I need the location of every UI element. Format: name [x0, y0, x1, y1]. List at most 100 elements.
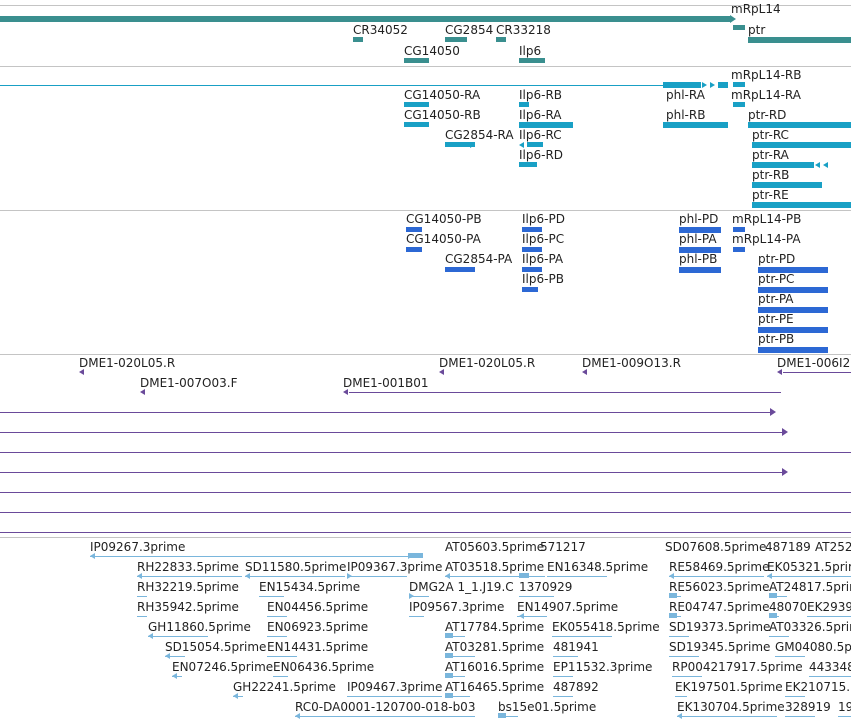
feature-glyph[interactable]	[445, 653, 453, 658]
feature-label: phl-RA	[666, 88, 705, 102]
feature-glyph[interactable]	[733, 247, 745, 252]
feature-glyph[interactable]	[445, 37, 467, 42]
feature-glyph[interactable]	[769, 593, 777, 598]
feature-label: phl-PA	[679, 232, 717, 246]
feature-glyph[interactable]	[527, 142, 543, 147]
feature-label: EK197501.5prime	[675, 680, 783, 694]
feature-glyph[interactable]	[498, 713, 506, 718]
est-alignment[interactable]	[769, 636, 789, 637]
est-alignment[interactable]	[807, 616, 851, 617]
feature-line[interactable]	[0, 472, 782, 473]
arrow-left-icon	[140, 389, 145, 395]
feature-glyph[interactable]	[679, 267, 721, 273]
feature-label: Ilp6-PC	[522, 232, 565, 246]
est-alignment[interactable]	[553, 696, 573, 697]
feature-glyph[interactable]	[404, 122, 429, 127]
feature-glyph[interactable]	[669, 593, 677, 598]
feature-glyph[interactable]	[404, 102, 429, 107]
est-alignment[interactable]	[273, 676, 288, 677]
est-alignment[interactable]	[347, 576, 407, 577]
feature-glyph[interactable]	[445, 673, 453, 678]
feature-glyph[interactable]	[769, 613, 777, 618]
est-alignment[interactable]	[775, 656, 805, 657]
feature-label: AT03281.5prime	[445, 640, 545, 654]
feature-glyph[interactable]	[496, 37, 506, 42]
est-alignment[interactable]	[675, 696, 687, 697]
feature-line[interactable]	[0, 512, 851, 513]
feature-glyph[interactable]	[519, 102, 529, 107]
est-alignment[interactable]	[669, 656, 699, 657]
est-alignment[interactable]	[267, 616, 287, 617]
arrow-left-icon	[519, 613, 524, 619]
feature-glyph[interactable]	[408, 553, 423, 558]
feature-glyph[interactable]	[663, 122, 728, 128]
feature-label: mRpL14	[731, 2, 781, 16]
feature-line[interactable]	[0, 532, 851, 533]
est-alignment[interactable]	[672, 676, 702, 677]
feature-glyph[interactable]	[669, 613, 677, 618]
track-divider[interactable]	[0, 5, 851, 6]
feature-line[interactable]	[349, 392, 781, 393]
est-alignment[interactable]	[519, 596, 554, 597]
feature-line[interactable]	[0, 412, 770, 413]
est-alignment[interactable]	[267, 656, 297, 657]
feature-line[interactable]	[0, 432, 782, 433]
feature-glyph[interactable]	[733, 102, 745, 107]
feature-glyph[interactable]	[519, 162, 537, 167]
feature-glyph[interactable]	[445, 633, 453, 638]
genome-browser-view[interactable]: mRpL14 ptr CR34052 CG2854 CR33218 CG14050 Ilp6…	[0, 0, 851, 722]
feature-line[interactable]	[0, 452, 851, 453]
feature-glyph[interactable]	[519, 573, 529, 578]
feature-glyph[interactable]	[445, 267, 475, 272]
feature-line[interactable]	[0, 85, 665, 86]
feature-glyph[interactable]	[733, 25, 745, 30]
est-alignment[interactable]	[553, 676, 573, 677]
est-alignment[interactable]	[295, 716, 475, 717]
feature-label: CG14050-PA	[406, 232, 481, 246]
est-alignment[interactable]	[259, 596, 284, 597]
feature-label: 1.5prime	[813, 560, 851, 574]
feature-glyph[interactable]	[758, 347, 828, 353]
feature-glyph[interactable]	[752, 202, 851, 208]
feature-glyph[interactable]	[406, 247, 422, 252]
est-alignment[interactable]	[677, 716, 777, 717]
est-alignment[interactable]	[245, 576, 345, 577]
feature-glyph[interactable]	[663, 82, 701, 88]
est-alignment[interactable]	[267, 636, 287, 637]
feature-line[interactable]	[783, 372, 851, 373]
est-alignment[interactable]	[552, 636, 612, 637]
feature-glyph[interactable]	[519, 58, 545, 63]
est-alignment[interactable]	[137, 596, 147, 597]
est-alignment[interactable]	[347, 696, 442, 697]
est-alignment[interactable]	[137, 616, 147, 617]
est-alignment[interactable]	[785, 716, 815, 717]
arrow-left-icon	[172, 673, 177, 679]
feature-line[interactable]	[0, 492, 851, 493]
feature-label: mRpL14-RA	[731, 88, 801, 102]
feature-glyph[interactable]	[0, 16, 730, 22]
est-alignment[interactable]	[137, 576, 242, 577]
est-alignment[interactable]	[669, 576, 764, 577]
est-alignment[interactable]	[785, 696, 805, 697]
est-alignment[interactable]	[409, 616, 424, 617]
feature-glyph[interactable]	[718, 82, 728, 88]
est-alignment[interactable]	[809, 676, 851, 677]
feature-glyph[interactable]	[353, 37, 363, 42]
est-alignment[interactable]	[90, 556, 420, 557]
est-alignment[interactable]	[669, 636, 689, 637]
est-alignment[interactable]	[148, 636, 208, 637]
track-divider	[0, 537, 851, 538]
est-alignment[interactable]	[767, 576, 851, 577]
est-alignment[interactable]	[547, 576, 607, 577]
feature-label: 19	[838, 700, 851, 714]
feature-glyph[interactable]	[404, 58, 429, 63]
feature-glyph[interactable]	[733, 82, 745, 87]
est-alignment[interactable]	[838, 716, 851, 717]
feature-glyph[interactable]	[445, 693, 453, 698]
feature-label: ptr-PE	[758, 312, 794, 326]
feature-glyph[interactable]	[522, 287, 538, 292]
est-alignment[interactable]	[553, 656, 578, 657]
est-alignment[interactable]	[445, 576, 545, 577]
feature-label: SD07608.5prime	[665, 540, 767, 554]
feature-glyph[interactable]	[748, 37, 851, 43]
